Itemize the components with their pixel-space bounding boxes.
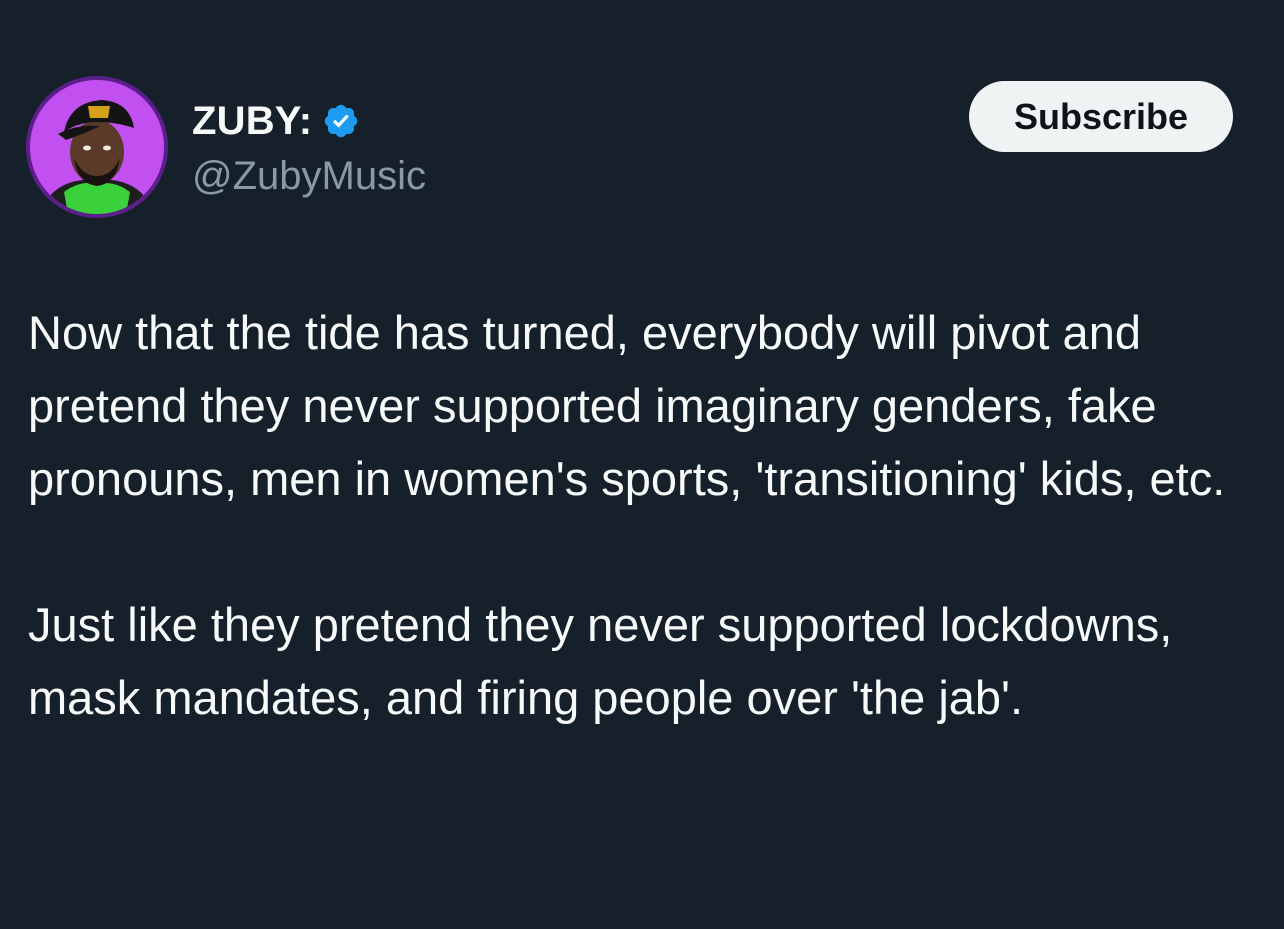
avatar-photo-icon [30,80,164,214]
subscribe-button[interactable]: Subscribe [969,81,1233,152]
display-name[interactable]: ZUBY: [192,99,312,144]
x-logo-icon [1055,0,1135,12]
author-name-row: ZUBY: [192,98,360,144]
tweet-paragraph: Now that the tide has turned, everybody … [28,306,1226,505]
author-handle[interactable]: @ZubyMusic [192,154,426,199]
tweet-paragraph: Just like they pretend they never suppor… [28,598,1173,724]
verified-badge-icon [325,104,358,138]
tweet-text: Now that the tide has turned, everybody … [28,296,1262,734]
tweet-header: ZUBY: @ZubyMusic Subscribe [26,76,1258,226]
top-bar [0,0,1284,38]
avatar[interactable] [26,76,168,218]
